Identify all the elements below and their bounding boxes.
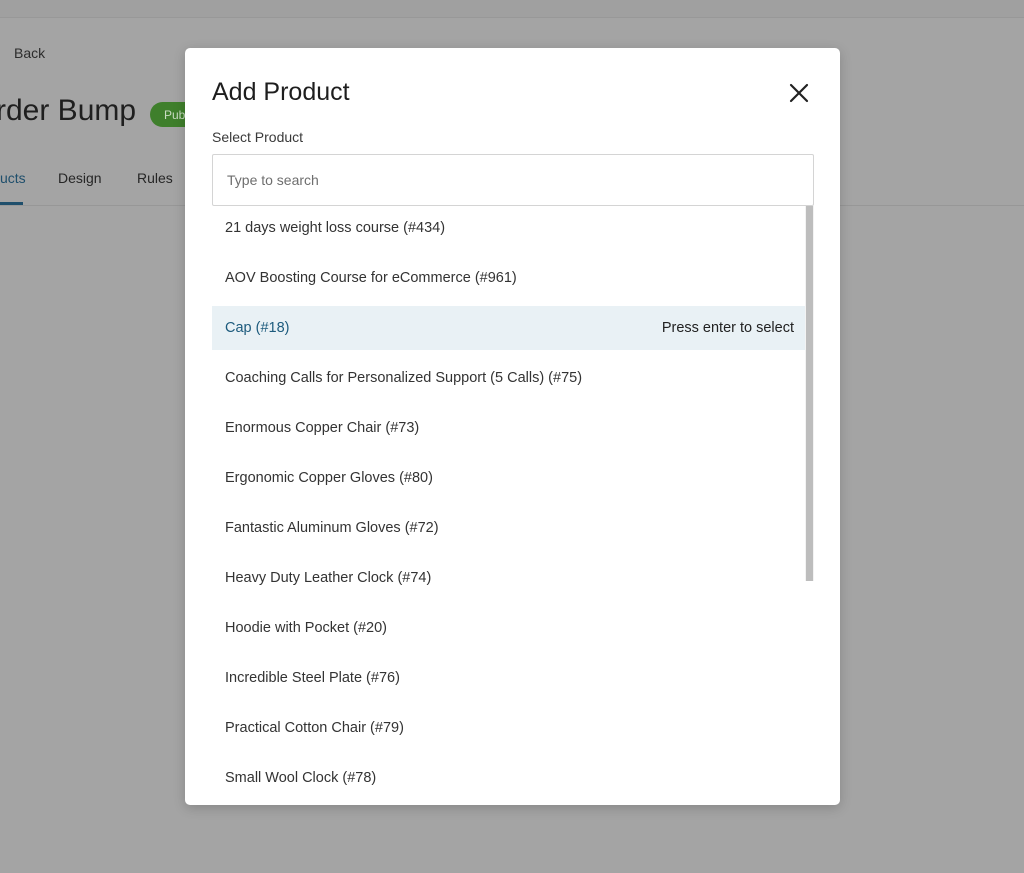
- add-product-modal: Add Product Select Product 21 days weigh…: [185, 48, 840, 805]
- list-item-label: 21 days weight loss course (#434): [225, 220, 446, 236]
- product-results-list[interactable]: 21 days weight loss course (#434) AOV Bo…: [212, 206, 814, 805]
- press-enter-hint: Press enter to select: [661, 320, 794, 336]
- list-item-label: Incredible Steel Plate (#76): [225, 670, 400, 686]
- page-title: rder Bump: [0, 94, 137, 127]
- list-item-highlighted[interactable]: Cap (#18) Press enter to select: [212, 306, 806, 350]
- list-item-label: Small Wool Clock (#78): [225, 770, 377, 786]
- tab-rules[interactable]: Rules: [137, 170, 173, 186]
- list-item-label: Coaching Calls for Personalized Support …: [225, 370, 583, 386]
- close-button[interactable]: [786, 80, 812, 106]
- product-search-input[interactable]: [212, 154, 814, 206]
- select-product-label: Select Product: [212, 129, 304, 145]
- list-item-label: Practical Cotton Chair (#79): [225, 720, 404, 736]
- back-link[interactable]: Back: [14, 45, 45, 61]
- active-tab-indicator: [0, 202, 23, 205]
- list-item[interactable]: Fantastic Aluminum Gloves (#72): [212, 506, 806, 550]
- list-item-label: Hoodie with Pocket (#20): [225, 620, 387, 636]
- list-item[interactable]: Small Wool Clock (#78): [212, 756, 806, 800]
- list-item[interactable]: Ergonomic Copper Gloves (#80): [212, 456, 806, 500]
- list-item[interactable]: Hoodie with Pocket (#20): [212, 606, 806, 650]
- list-item-label: Cap (#18): [225, 320, 290, 336]
- list-item[interactable]: Incredible Steel Plate (#76): [212, 656, 806, 700]
- modal-title: Add Product: [212, 78, 350, 106]
- results-scrollbar[interactable]: [805, 206, 814, 581]
- list-item-label: Heavy Duty Leather Clock (#74): [225, 570, 432, 586]
- list-item[interactable]: AOV Boosting Course for eCommerce (#961): [212, 256, 806, 300]
- tab-products[interactable]: ucts: [0, 170, 26, 186]
- list-item-label: AOV Boosting Course for eCommerce (#961): [225, 270, 517, 286]
- tab-design[interactable]: Design: [58, 170, 102, 186]
- list-item-label: Enormous Copper Chair (#73): [225, 420, 420, 436]
- list-item-label: Ergonomic Copper Gloves (#80): [225, 470, 433, 486]
- list-item[interactable]: Heavy Duty Leather Clock (#74): [212, 556, 806, 600]
- list-item-label: Fantastic Aluminum Gloves (#72): [225, 520, 439, 536]
- top-bar: [0, 0, 1024, 18]
- scrollbar-thumb[interactable]: [806, 206, 813, 581]
- close-icon: [789, 83, 809, 103]
- list-item[interactable]: 21 days weight loss course (#434): [212, 206, 806, 250]
- list-item[interactable]: Enormous Copper Chair (#73): [212, 406, 806, 450]
- list-item[interactable]: Practical Cotton Chair (#79): [212, 706, 806, 750]
- list-item[interactable]: Coaching Calls for Personalized Support …: [212, 356, 806, 400]
